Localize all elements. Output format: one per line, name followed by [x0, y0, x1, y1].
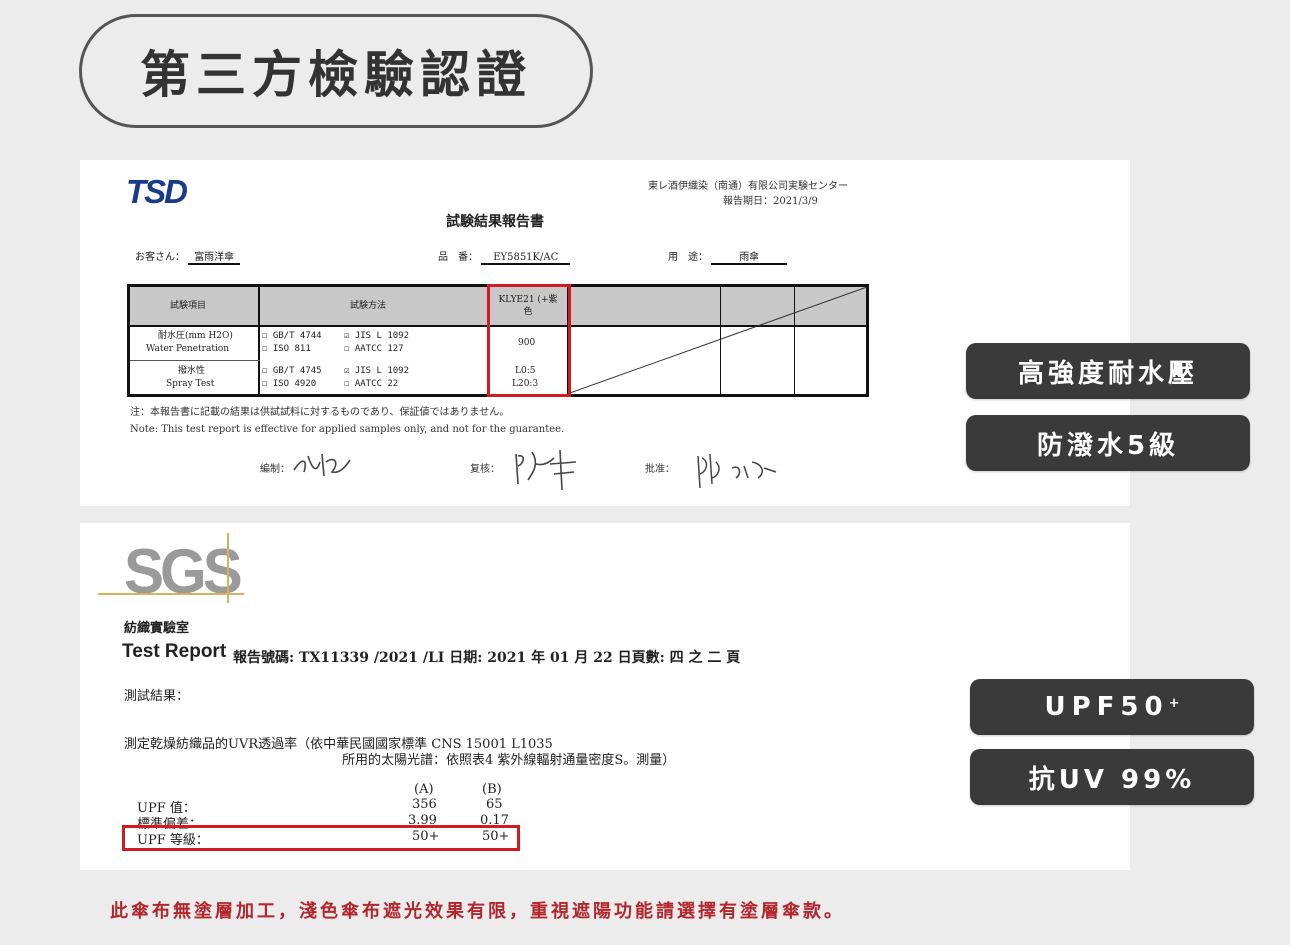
row2-item-jp: 撥水性: [178, 366, 206, 376]
usage-value: 雨傘: [711, 248, 788, 265]
col-item-header: 試験項目: [170, 301, 207, 311]
tsd-logo-text: TSD: [126, 173, 188, 210]
usage-label: 用 途：: [668, 252, 708, 263]
product-no-field: 品 番： EY5851K/AC: [438, 248, 571, 265]
product-no-value: EY5851K/AC: [481, 252, 571, 265]
upf-value-a: 356: [412, 797, 437, 812]
feature-uv-text: 抗UV 99%: [1028, 764, 1196, 795]
feature-water-pressure-text: 高強度耐水壓: [1017, 358, 1198, 389]
row2-method-jis: ☑ JIS L 1092: [344, 366, 410, 376]
feature-upf-badge: UPF50 +: [970, 679, 1254, 735]
row1-method-gbt: ☐ GB/T 4744: [262, 331, 322, 341]
row2-method-aatcc: ☐ AATCC 22: [344, 379, 399, 389]
feature-upf-text: UPF50: [1044, 692, 1169, 722]
row1-method-jis: ☑ JIS L 1092: [344, 331, 410, 341]
sgs-lab-name: 紡織實驗室: [124, 621, 190, 636]
row2-method-gbt: ☐ GB/T 4745: [262, 366, 322, 376]
sample-result-highlight: [487, 284, 571, 397]
sig-reviewer-label: 复核：: [470, 464, 500, 475]
compiler-signature: [293, 453, 351, 477]
uvr-description-line2: 所用的太陽光譜：依照表4 紫外線輻射通量密度S。測量）: [342, 753, 676, 768]
product-no-label: 品 番：: [438, 252, 478, 263]
empty-cells-diagonal: [567, 287, 868, 394]
col-method-header: 試験方法: [350, 301, 387, 311]
report-number-line: 報告號碼: TX11339 /2021 /LI 日期: 2021 年 01 月 …: [233, 650, 741, 666]
feature-uv-badge: 抗UV 99%: [970, 749, 1254, 805]
sig-approver-label: 批准：: [645, 464, 675, 475]
customer-label: お客さん：: [135, 252, 185, 263]
report-date: 報告期日：2021/3/9: [723, 196, 818, 207]
lab-name: 東レ酒伊織染（南通）有限公司実験センター: [648, 181, 848, 192]
reviewer-signature: [515, 449, 577, 491]
customer-field: お客さん： 富雨洋傘: [135, 248, 241, 265]
feature-upf-sup: +: [1168, 695, 1180, 711]
usage-field: 用 途： 雨傘: [668, 248, 788, 265]
sgs-logo-rule: [227, 533, 229, 603]
upf-grade-highlight: [122, 825, 520, 851]
disclaimer-en: Note: This test report is effective for …: [130, 424, 565, 435]
approver-signature: [697, 453, 777, 489]
page-title-pill: 第三方檢驗認證: [79, 14, 593, 128]
feature-water-repellent-text: 防潑水5級: [1036, 430, 1180, 461]
customer-value: 富雨洋傘: [188, 248, 241, 265]
sig-compiler-label: 編制：: [260, 464, 290, 475]
page-title: 第三方檢驗認證: [140, 46, 532, 104]
feature-water-pressure-badge: 高強度耐水壓: [966, 343, 1250, 399]
row1-item-en: Water Penetration: [146, 344, 230, 354]
tsd-logo: TSD: [126, 173, 188, 211]
test-report-heading: Test Report: [122, 641, 227, 662]
row1-method-iso: ☐ ISO 811: [262, 344, 311, 354]
sgs-logo: SGS: [124, 536, 243, 607]
footer-disclaimer: 此傘布無塗層加工，淺色傘布遮光效果有限，重視遮陽功能請選擇有塗層傘款。: [110, 901, 845, 922]
sgs-logo-rule: [98, 593, 244, 595]
table-row-divider: [130, 360, 260, 361]
row1-item-jp: 耐水圧(mm H2O): [158, 331, 233, 341]
row2-item-en: Spray Test: [166, 379, 215, 389]
feature-water-repellent-badge: 防潑水5級: [966, 415, 1250, 471]
results-label: 測試結果：: [124, 689, 190, 704]
report-heading: 試験結果報告書: [446, 214, 544, 230]
disclaimer-jp: 注：本報告書に記載の結果は供試試料に対するものであり、保証値ではありません。: [130, 407, 510, 418]
table-divider: [258, 287, 260, 394]
col-b-header: (B): [482, 782, 502, 797]
col-a-header: (A): [414, 782, 434, 797]
upf-value-b: 65: [486, 797, 503, 812]
row1-method-aatcc: ☐ AATCC 127: [344, 344, 404, 354]
row2-method-iso: ☐ ISO 4920: [262, 379, 317, 389]
